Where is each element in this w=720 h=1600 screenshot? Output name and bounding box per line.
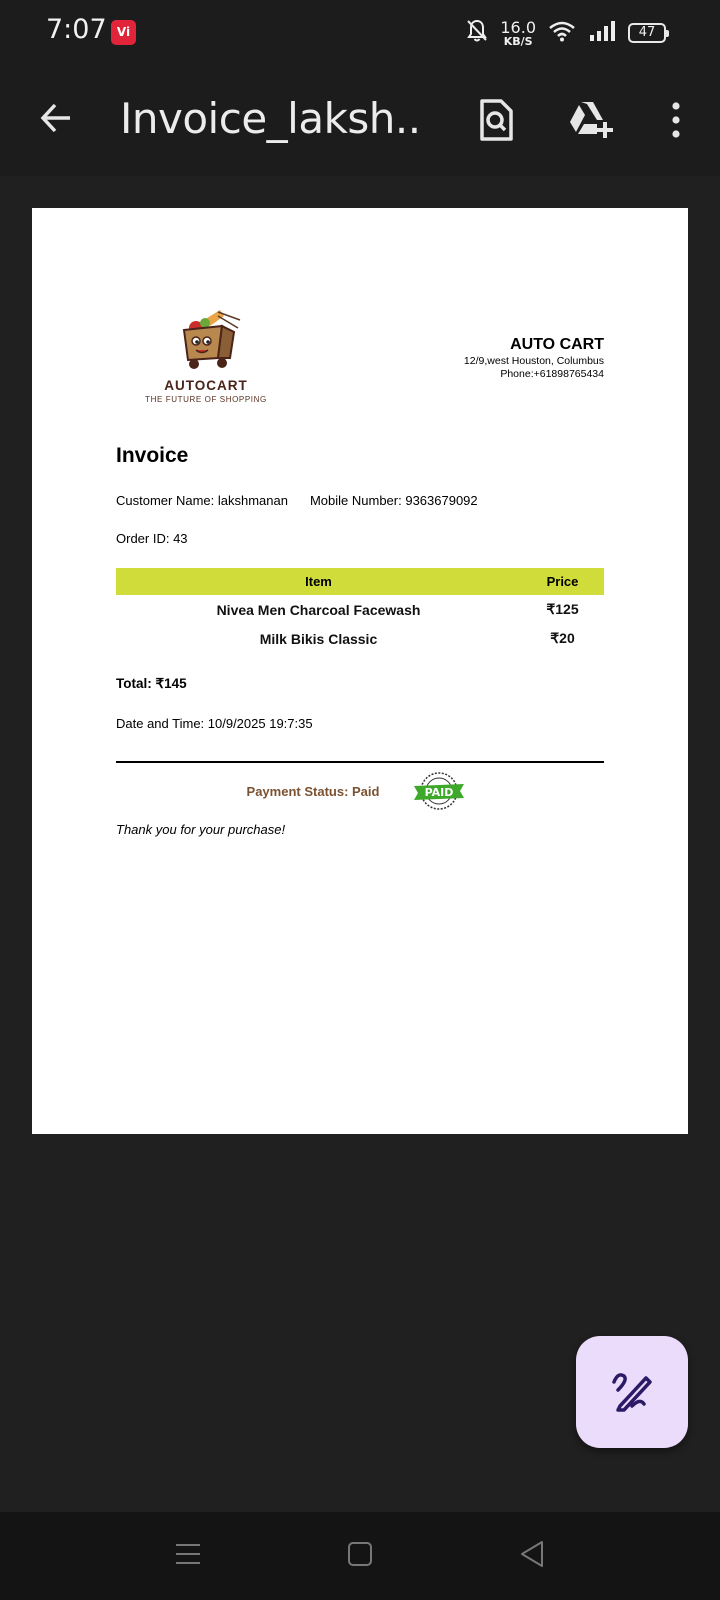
back-button[interactable] xyxy=(30,94,82,146)
recents-button[interactable] xyxy=(164,1534,212,1578)
system-back-button[interactable] xyxy=(508,1534,556,1578)
back-triangle-icon xyxy=(519,1540,545,1573)
add-to-drive-button[interactable] xyxy=(562,96,618,148)
network-speed-unit: KB/S xyxy=(503,34,533,48)
mobile-number: Mobile Number: 9363679092 xyxy=(309,493,478,508)
signal-icon xyxy=(588,20,616,47)
logo-brand-name: AUTOCART xyxy=(164,378,248,393)
table-header-row: Item Price xyxy=(116,568,604,595)
thank-you-message: Thank you for your purchase! xyxy=(116,822,286,837)
company-name: AUTO CART xyxy=(510,336,604,353)
status-bar: 7:07 Vi 16.0 KB/S 47 xyxy=(0,0,720,64)
paid-stamp-icon: PAID xyxy=(412,770,466,812)
table-row: Milk Bikis Classic ₹20 xyxy=(116,624,604,653)
home-square-icon xyxy=(347,1541,373,1572)
divider xyxy=(116,761,604,763)
invoice-page: AUTOCART THE FUTURE OF SHOPPING AUTO CAR… xyxy=(32,208,688,1134)
network-speed: 16.0 KB/S xyxy=(500,17,536,48)
svg-text:PAID: PAID xyxy=(425,786,454,799)
wifi-icon xyxy=(548,20,576,47)
annotate-button[interactable] xyxy=(576,1336,688,1448)
company-info: AUTO CART 12/9,west Houston, Columbus Ph… xyxy=(464,336,604,380)
vi-carrier-icon: Vi xyxy=(111,20,136,45)
battery-icon: 47 xyxy=(628,23,669,43)
document-title: Invoice_laksh... xyxy=(120,94,420,143)
item-price: ₹20 xyxy=(550,630,575,646)
company-phone: Phone:+61898765434 xyxy=(500,368,604,380)
column-header-price: Price xyxy=(521,568,604,595)
table-row: Nivea Men Charcoal Facewash ₹125 xyxy=(116,595,604,624)
home-button[interactable] xyxy=(336,1534,384,1578)
document-search-icon xyxy=(478,98,514,146)
more-options-button[interactable] xyxy=(652,96,700,148)
drive-add-icon xyxy=(567,100,613,145)
items-table: Item Price Nivea Men Charcoal Facewash ₹… xyxy=(116,568,604,653)
find-in-document-button[interactable] xyxy=(470,96,522,148)
item-price: ₹125 xyxy=(546,601,579,617)
total-amount: Total: ₹145 xyxy=(116,676,187,691)
customer-line: Customer Name: lakshmanan Mobile Number: … xyxy=(116,493,478,508)
shopping-cart-mascot-icon xyxy=(182,310,241,369)
autocart-logo: AUTOCART THE FUTURE OF SHOPPING xyxy=(136,308,276,404)
more-vert-icon xyxy=(670,101,682,143)
clock-time: 7:07 xyxy=(46,14,107,45)
item-name: Milk Bikis Classic xyxy=(259,630,378,647)
payment-status: Payment Status: Paid xyxy=(246,784,380,799)
item-name: Nivea Men Charcoal Facewash xyxy=(216,601,421,618)
logo-tagline: THE FUTURE OF SHOPPING xyxy=(145,395,267,404)
company-address: 12/9,west Houston, Columbus xyxy=(463,355,604,367)
column-header-item: Item xyxy=(116,568,521,595)
order-id: Order ID: 43 xyxy=(116,531,188,546)
annotate-pen-icon xyxy=(610,1368,654,1417)
app-bar: Invoice_laksh... xyxy=(0,64,720,176)
invoice-heading: Invoice xyxy=(116,444,189,467)
date-time: Date and Time: 10/9/2025 19:7:35 xyxy=(116,716,313,731)
recents-menu-icon xyxy=(175,1542,201,1571)
network-speed-value: 16.0 xyxy=(500,17,536,37)
customer-name: Customer Name: lakshmanan xyxy=(116,493,288,508)
back-arrow-icon xyxy=(38,100,74,141)
bell-muted-icon xyxy=(466,19,488,48)
status-icons: 16.0 KB/S 47 xyxy=(466,16,669,50)
system-nav-bar xyxy=(0,1512,720,1600)
